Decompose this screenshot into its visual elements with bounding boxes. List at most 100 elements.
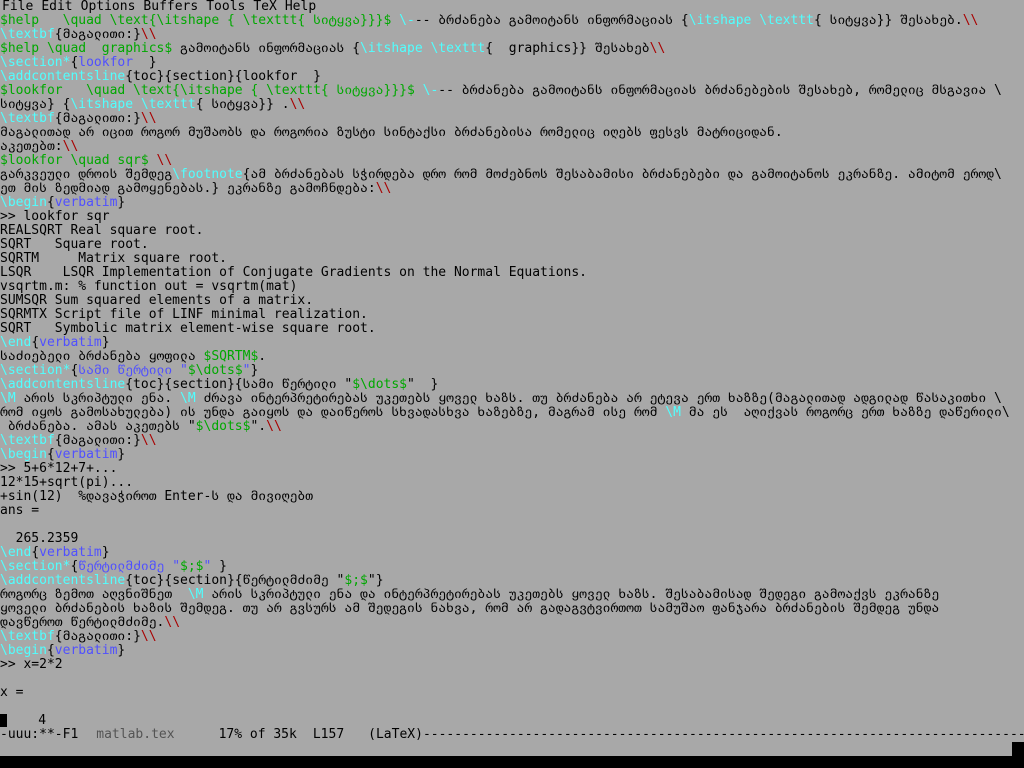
- buffer-text: {: [31, 336, 40, 350]
- latex-arg-text: verbatim: [54, 448, 118, 462]
- latex-cmd-text: \addcontentsline: [0, 70, 126, 84]
- latex-cmd-text: \addcontentsline: [0, 378, 126, 392]
- buffer-line: x =: [0, 686, 1024, 700]
- buffer-text: }: [117, 448, 126, 462]
- latex-cmd-text: \addcontentsline: [0, 574, 126, 588]
- latex-cmd-text: \-: [399, 14, 415, 28]
- minibuffer[interactable]: [0, 742, 1024, 756]
- buffer-text: მაგალითად არ იცით როგორ მუშაობს და როგორ…: [0, 126, 783, 140]
- menu-tools[interactable]: Tools: [206, 0, 245, 14]
- menu-help[interactable]: Help: [285, 0, 316, 14]
- latex-red-text: \\: [164, 616, 181, 630]
- buffer-text: -- ბრძანება გამოიტანს ინფორმაციას {: [414, 14, 689, 28]
- buffer-text: გარკვეული დროის შემდეგ: [0, 168, 173, 182]
- modeline-status: -uuu:**-F1: [0, 728, 79, 742]
- latex-cmd-text: \itshape \texttt: [70, 98, 196, 112]
- modeline-fill: ----------------------------------------…: [422, 728, 1024, 742]
- buffer-text: -- ბრძანება გამოიტანს ინფორმაციას ბრძანე…: [438, 84, 1002, 98]
- latex-math-text: $;$: [180, 560, 204, 574]
- buffer-text: საძიებელი ბრძანება ყოფილა: [0, 350, 204, 364]
- buffer-line: REALSQRT Real square root.: [0, 224, 1024, 238]
- buffer-text: ყოველი ბრძანების ხაზის შემდეგ. თუ არ გვს…: [0, 602, 940, 616]
- buffer-text: {მაგალითი:}: [54, 28, 141, 42]
- buffer-text: +sin(12) %დავაჭიროთ Enter-ს და მივიღებთ: [0, 490, 314, 504]
- buffer-line: \addcontentsline{toc}{section}{წერტილმძი…: [0, 574, 1024, 588]
- buffer-text: {მაგალითი:}: [54, 112, 141, 126]
- latex-cmd-text: \section*: [0, 560, 71, 574]
- buffer-text: }: [148, 56, 157, 70]
- buffer-text: ეთ მის ზედმიად გამოყენებას.} ეკრანზე გამ…: [0, 182, 376, 196]
- modeline-line-number: L157: [312, 728, 345, 742]
- buffer-text: { სიტყვა}} შესახებ.: [814, 14, 963, 28]
- menu-options[interactable]: Options: [81, 0, 136, 14]
- buffer-line: \end{verbatim}: [0, 336, 1024, 350]
- latex-math-text: $help \quad graphics$: [0, 42, 173, 56]
- menu-file[interactable]: File: [2, 0, 33, 14]
- latex-red-text: \\: [62, 140, 79, 154]
- latex-math-text: $;$: [344, 574, 368, 588]
- modeline-mode[interactable]: (LaTeX): [368, 728, 423, 742]
- menu-buffers[interactable]: Buffers: [143, 0, 198, 14]
- buffer-line: \begin{verbatim}: [0, 448, 1024, 462]
- buffer-line: >> x=2*2: [0, 658, 1024, 672]
- latex-cmd-text: \M: [187, 588, 204, 602]
- latex-red-text: \\: [140, 28, 157, 42]
- menu-edit[interactable]: Edit: [41, 0, 72, 14]
- latex-arg-text: წერტილმძიმე ": [78, 560, 181, 574]
- latex-cmd-text: \M: [180, 392, 196, 406]
- latex-math-text: $lookfor \quad sqr$: [0, 154, 149, 168]
- buffer-line: [0, 700, 1024, 714]
- buffer-text: "}: [367, 574, 384, 588]
- latex-math-text: $help \quad \text{\itshape { \texttt{ სი…: [0, 14, 400, 28]
- buffer-text: მა ეს აღიქვას როგორც ერთ ხაზზე დაწერილი\: [680, 406, 1010, 420]
- buffer-line: 12*15+sqrt(pi)...: [0, 476, 1024, 490]
- menu-tex[interactable]: TeX: [253, 0, 276, 14]
- buffer-text: დავწეროთ წერტილმძიმე.: [0, 616, 165, 630]
- buffer-text: {ამ ბრძანებას სჭირდება დრო რომ მოძებნოს …: [242, 168, 1002, 182]
- latex-cmd-text: \end: [0, 546, 32, 560]
- buffer-line: \addcontentsline{toc}{section}{სამი წერტ…: [0, 378, 1024, 392]
- buffer-text: x =: [0, 686, 24, 700]
- latex-cmd-text: \textbf: [0, 28, 55, 42]
- buffer-line: \textbf{მაგალითი:}\\: [0, 28, 1024, 42]
- latex-red-text: \\: [140, 630, 157, 644]
- buffer-text: >> 5+6*12+7+...: [0, 462, 118, 476]
- buffer-text: }: [117, 644, 126, 658]
- buffer-text: როგორც ზემოთ აღვნიშნეთ: [0, 588, 188, 602]
- screen-bottom-strip: [0, 756, 1024, 768]
- buffer-text: { graphics}} შესახებ: [485, 42, 650, 56]
- buffer-text: SQRMTX Script file of LINF minimal reali…: [0, 308, 368, 322]
- latex-cmd-text: \section*: [0, 56, 71, 70]
- buffer-line: $help \quad graphics$ გამოიტანს ინფორმაც…: [0, 42, 1024, 56]
- buffer-line: სიტყვა} {\itshape \texttt{ სიტყვა}} .\\: [0, 98, 1024, 112]
- latex-red-text: \\: [148, 154, 173, 168]
- buffer-text: გამოიტანს ინფორმაციას {: [172, 42, 361, 56]
- latex-math-text: $\dots$: [195, 420, 251, 434]
- latex-cmd-text: \-: [422, 84, 439, 98]
- buffer-line: \begin{verbatim}: [0, 644, 1024, 658]
- buffer-text: {toc}{section}{წერტილმძიმე ": [125, 574, 345, 588]
- buffer-text: { სიტყვა}} .: [195, 98, 290, 112]
- buffer-text: REALSQRT Real square root.: [0, 224, 204, 238]
- modeline-buffer-name[interactable]: matlab.tex: [96, 728, 174, 742]
- latex-cmd-text: \end: [0, 336, 32, 350]
- buffer-text: რომ იყოს გამოსახულება) ის უნდა გაიყოს და…: [0, 406, 666, 420]
- latex-red-text: \\: [140, 112, 157, 126]
- buffer-line: $lookfor \quad \text{\itshape { \texttt{…: [0, 84, 1024, 98]
- editor-buffer[interactable]: $help \quad \text{\itshape { \texttt{ სი…: [0, 14, 1024, 728]
- latex-arg-text: verbatim: [39, 336, 102, 350]
- buffer-line: ეთ მის ზედმიად გამოყენებას.} ეკრანზე გამ…: [0, 182, 1024, 196]
- buffer-line: \end{verbatim}: [0, 546, 1024, 560]
- buffer-line: [0, 672, 1024, 686]
- latex-cmd-text: \itshape \texttt: [688, 14, 814, 28]
- buffer-text: ძრავა ინტერპრეტირებას უკეთებს ყოველ ხაზს…: [195, 392, 1002, 406]
- buffer-text: სიტყვა} {: [0, 98, 71, 112]
- buffer-line: SQRTM Matrix square root.: [0, 252, 1024, 266]
- buffer-text: ბრძანება. ამას აკეთებს ": [0, 420, 196, 434]
- latex-arg-text: verbatim: [54, 196, 118, 210]
- buffer-line: [0, 518, 1024, 532]
- buffer-text: არის სკრიპტული ენა.: [15, 392, 181, 406]
- buffer-text: SQRTM Matrix square root.: [0, 252, 227, 266]
- latex-red-text: \\: [962, 14, 979, 28]
- buffer-line: დავწეროთ წერტილმძიმე.\\: [0, 616, 1024, 630]
